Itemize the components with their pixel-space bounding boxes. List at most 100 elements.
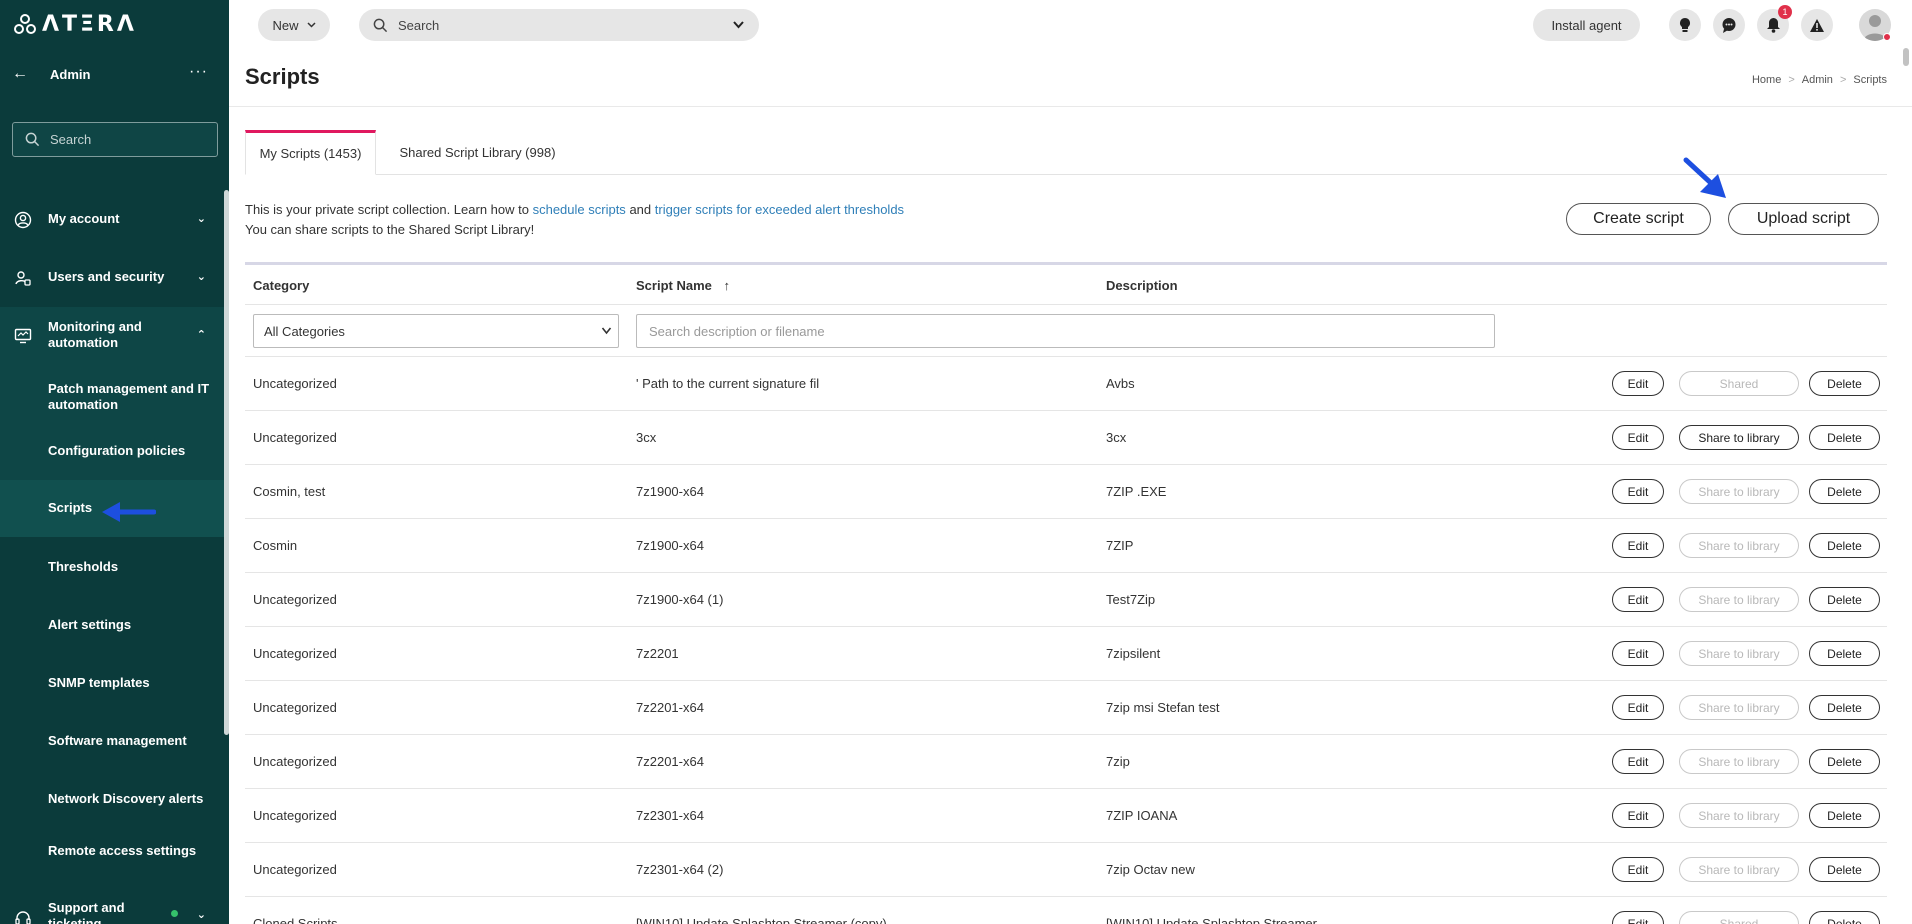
install-agent-button[interactable]: Install agent [1533,9,1640,41]
edit-button[interactable]: Edit [1612,479,1664,504]
annotation-arrow-down-right-icon [1683,157,1726,198]
sidebar-item-my-account[interactable]: My account ⌄ [0,208,224,230]
share-to-library-button[interactable]: Share to library [1679,857,1799,882]
cell-script-name: 7z1900-x64 [636,538,704,553]
cell-description: 7ZIP [1106,538,1134,553]
breadcrumb-admin[interactable]: Admin [1802,74,1833,86]
sidebar-item-users-and-security[interactable]: Users and security ⌄ [0,266,224,288]
cell-script-name: 7z1900-x64 (1) [636,592,724,607]
sidebar-item-snmp-templates[interactable]: SNMP templates [0,675,224,693]
sidebar-item-label: Remote access settings [48,843,197,858]
cell-category: Uncategorized [253,808,337,823]
category-filter-select[interactable]: All Categories [253,314,619,348]
page-scrollbar[interactable] [1903,48,1909,66]
trigger-scripts-link[interactable]: trigger scripts for exceeded alert thres… [655,202,904,217]
avatar-status-dot [1883,33,1891,41]
delete-button[interactable]: Delete [1809,857,1880,882]
delete-button[interactable]: Delete [1809,695,1880,720]
column-header-script-name[interactable]: Script Name ↑ [636,278,730,293]
share-to-library-button[interactable]: Share to library [1679,587,1799,612]
delete-button[interactable]: Delete [1809,533,1880,558]
page-title: Scripts [245,64,320,89]
table-row: Uncategorized 7z2301-x64 (2) 7zip Octav ne… [245,843,1887,897]
share-to-library-button[interactable]: Share to library [1679,803,1799,828]
sidebar-item-alert-settings[interactable]: Alert settings [0,617,224,635]
column-header-description[interactable]: Description [1106,278,1178,293]
share-to-library-button[interactable]: Shared [1679,371,1799,396]
upload-script-button[interactable]: Upload script [1728,203,1879,235]
edit-button[interactable]: Edit [1612,587,1664,612]
edit-button[interactable]: Edit [1612,911,1664,924]
sidebar-item-monitoring-and-automation[interactable]: Monitoring and automation ⌃ [0,318,224,354]
breadcrumb-separator: > [1839,74,1847,86]
sidebar-search-input[interactable]: Search [12,122,218,157]
edit-button[interactable]: Edit [1612,533,1664,558]
share-to-library-button[interactable]: Share to library [1679,749,1799,774]
sidebar-item-label: Software management [48,733,187,748]
cell-description: 7zipsilent [1106,646,1161,661]
delete-button[interactable]: Delete [1809,479,1880,504]
new-button[interactable]: New [258,9,330,41]
admin-title: Admin [50,66,91,82]
delete-button[interactable]: Delete [1809,425,1880,450]
edit-button[interactable]: Edit [1612,749,1664,774]
chevron-down-icon [306,22,316,28]
chevron-down-icon[interactable] [732,18,745,31]
annotation-arrow-left-icon [102,502,156,522]
edit-button[interactable]: Edit [1612,857,1664,882]
breadcrumb-home[interactable]: Home [1752,74,1781,86]
create-script-button[interactable]: Create script [1566,203,1711,235]
users-security-icon [15,271,31,286]
schedule-scripts-link[interactable]: schedule scripts [533,202,626,217]
share-to-library-button[interactable]: Share to library [1679,533,1799,558]
tab-my-scripts[interactable]: My Scripts (1453) [245,130,376,175]
sidebar-item-configuration-policies[interactable]: Configuration policies [0,443,224,461]
scripts-table: Category Script Name ↑ Description All C… [245,262,1887,924]
more-options-icon[interactable]: ··· [189,63,208,81]
notifications-button[interactable]: 1 [1757,5,1792,41]
global-search-placeholder: Search [398,17,440,33]
sidebar-item-software-management[interactable]: Software management [0,733,224,751]
share-to-library-button[interactable]: Share to library [1679,479,1799,504]
edit-button[interactable]: Edit [1612,371,1664,396]
breadcrumb: Home > Admin > Scripts [1752,74,1887,86]
edit-button[interactable]: Edit [1612,641,1664,666]
sidebar-item-thresholds[interactable]: Thresholds [0,559,224,577]
alerts-button[interactable] [1801,9,1833,41]
tab-shared-script-library[interactable]: Shared Script Library (998) [376,130,579,175]
logo[interactable]: ΛΤΞRΛ [14,12,137,37]
sidebar-item-label: Scripts [48,500,93,515]
cell-description: [WIN10] Update Splashtop Streamer [1106,916,1317,924]
delete-button[interactable]: Delete [1809,641,1880,666]
delete-button[interactable]: Delete [1809,803,1880,828]
sidebar-item-support-and-ticketing[interactable]: Support and ticketing ⌄ [0,899,224,924]
edit-button[interactable]: Edit [1612,425,1664,450]
cell-script-name: 7z2201 [636,646,679,661]
delete-button[interactable]: Delete [1809,371,1880,396]
delete-button[interactable]: Delete [1809,749,1880,774]
admin-header: ← Admin ··· [0,60,224,88]
lightbulb-button[interactable] [1669,9,1701,41]
sidebar-item-remote-access-settings[interactable]: Remote access settings [0,843,224,861]
column-header-category[interactable]: Category [253,278,309,293]
sidebar-item-network-discovery-alerts[interactable]: Network Discovery alerts [0,791,224,809]
share-to-library-button[interactable]: Share to library [1679,695,1799,720]
chat-button[interactable] [1713,9,1745,41]
share-to-library-button[interactable]: Share to library [1679,641,1799,666]
edit-button[interactable]: Edit [1612,803,1664,828]
share-to-library-button[interactable]: Shared [1679,911,1799,924]
sidebar-item-patch-management[interactable]: Patch management and IT automation [0,381,224,415]
sidebar-scrollbar[interactable] [224,190,229,735]
info-line1-prefix: This is your private script collection. … [245,202,529,217]
warning-icon [1810,18,1824,32]
cell-description: Test7Zip [1106,592,1156,607]
global-search-input[interactable]: Search [359,9,759,41]
delete-button[interactable]: Delete [1809,911,1880,924]
cell-category: Uncategorized [253,646,337,661]
delete-button[interactable]: Delete [1809,587,1880,612]
description-filter-input[interactable]: Search description or filename [636,314,1495,348]
share-to-library-button[interactable]: Share to library [1679,425,1799,450]
edit-button[interactable]: Edit [1612,695,1664,720]
logo-text: ΛΤΞRΛ [42,12,137,37]
back-arrow-icon[interactable]: ← [12,65,34,83]
